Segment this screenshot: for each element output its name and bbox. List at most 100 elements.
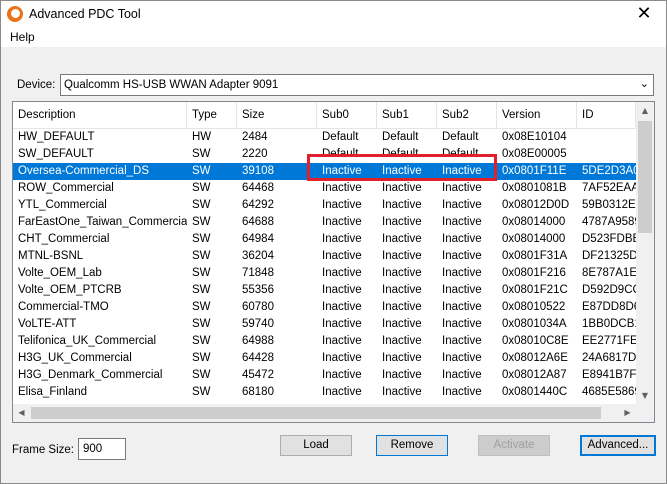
table-cell-size: 71848 — [242, 267, 274, 279]
table-row[interactable]: Commercial-TMO SW 60780 Inactive Inactive Ina… — [13, 299, 636, 316]
table-cell-sub1: Inactive — [382, 369, 422, 381]
table-cell-version: 0x08E00005 — [502, 148, 567, 160]
table-cell-sub0: Inactive — [322, 267, 362, 279]
load-button[interactable]: Load — [280, 435, 352, 456]
frame-size-label: Frame Size: — [12, 444, 74, 456]
table-cell-description: Volte_OEM_PTCRB — [18, 284, 122, 296]
table-cell-type: SW — [192, 386, 211, 398]
table-cell-id: E8941B7FC — [582, 369, 636, 381]
table-cell-sub1: Inactive — [382, 318, 422, 330]
advanced-button[interactable]: Advanced... — [580, 435, 656, 456]
table-cell-sub0: Inactive — [322, 250, 362, 262]
table-cell-sub1: Inactive — [382, 284, 422, 296]
table-cell-id: 5DE2D3A0... — [582, 165, 636, 177]
device-select-value: Qualcomm HS-USB WWAN Adapter 9091 — [64, 79, 279, 91]
column-header-version[interactable]: Version — [497, 102, 577, 128]
table-cell-sub2: Inactive — [442, 267, 482, 279]
chevron-down-icon[interactable]: ⌄ — [640, 77, 649, 90]
table-cell-id: E87DD8D6... — [582, 301, 636, 313]
vertical-scroll-thumb[interactable] — [638, 121, 652, 233]
scroll-right-icon[interactable]: ▶ — [619, 404, 636, 422]
scrollbar-corner — [636, 404, 654, 422]
table-cell-size: 36204 — [242, 250, 274, 262]
table-row[interactable]: H3G_UK_Commercial SW 64428 Inactive Inactive… — [13, 350, 636, 367]
table-cell-size: 64984 — [242, 233, 274, 245]
table-cell-type: SW — [192, 165, 211, 177]
table-cell-version: 0x08012A87 — [502, 369, 567, 381]
table-cell-version: 0x08010522 — [502, 301, 566, 313]
column-header-sub2[interactable]: Sub2 — [437, 102, 497, 128]
table-cell-sub0: Inactive — [322, 386, 362, 398]
vertical-scrollbar[interactable]: ▲ ▼ — [636, 102, 654, 404]
title-bar[interactable]: Advanced PDC Tool ✕ — [1, 1, 666, 27]
highlight-annotation-box — [307, 154, 497, 181]
table-cell-size: 64428 — [242, 352, 274, 364]
table-cell-size: 64292 — [242, 199, 274, 211]
table-cell-sub0: Default — [322, 131, 359, 143]
close-icon[interactable]: ✕ — [622, 1, 666, 27]
horizontal-scroll-thumb[interactable] — [31, 407, 601, 419]
table-cell-size: 39108 — [242, 165, 274, 177]
config-list[interactable]: Description Type Size Sub0 Sub1 Sub2 Ver… — [12, 101, 655, 423]
table-row[interactable]: YTL_Commercial SW 64292 Inactive Inactive Ina… — [13, 197, 636, 214]
table-cell-sub0: Inactive — [322, 182, 362, 194]
scroll-up-icon[interactable]: ▲ — [636, 102, 654, 119]
scroll-down-icon[interactable]: ▼ — [636, 387, 654, 404]
frame-size-input[interactable]: 900 — [78, 438, 126, 460]
table-cell-type: SW — [192, 318, 211, 330]
table-cell-description: Elisa_Finland — [18, 386, 88, 398]
table-row[interactable]: H3G_Denmark_Commercial SW 45472 Inactive Ina… — [13, 367, 636, 384]
table-cell-size: 55356 — [242, 284, 274, 296]
table-cell-description: HW_DEFAULT — [18, 131, 95, 143]
table-row[interactable]: HW_DEFAULT HW 2484 Default Default Default 0x0… — [13, 129, 636, 146]
table-cell-sub0: Inactive — [322, 199, 362, 211]
activate-button[interactable]: Activate — [478, 435, 550, 456]
table-cell-sub2: Inactive — [442, 352, 482, 364]
table-cell-sub1: Inactive — [382, 386, 422, 398]
table-row[interactable]: MTNL-BSNL SW 36204 Inactive Inactive Inactive… — [13, 248, 636, 265]
table-cell-description: VoLTE-ATT — [18, 318, 77, 330]
horizontal-scrollbar[interactable]: ◀ ▶ — [13, 404, 636, 422]
column-header-size[interactable]: Size — [237, 102, 317, 128]
table-cell-type: SW — [192, 199, 211, 211]
column-header-sub1[interactable]: Sub1 — [377, 102, 437, 128]
table-cell-sub2: Inactive — [442, 301, 482, 313]
table-cell-id: 24A6817D2 — [582, 352, 636, 364]
table-row[interactable]: Elisa_Finland SW 68180 Inactive Inactive Inac… — [13, 384, 636, 401]
table-cell-type: SW — [192, 369, 211, 381]
table-cell-size: 2220 — [242, 148, 268, 160]
table-cell-sub0: Inactive — [322, 216, 362, 228]
column-header-type[interactable]: Type — [187, 102, 237, 128]
table-cell-id: 1BB0DCB1B — [582, 318, 636, 330]
table-cell-sub0: Inactive — [322, 233, 362, 245]
table-cell-sub2: Inactive — [442, 318, 482, 330]
device-select[interactable]: Qualcomm HS-USB WWAN Adapter 9091 ⌄ — [60, 74, 654, 96]
table-cell-version: 0x08014000 — [502, 233, 566, 245]
table-row[interactable]: VoLTE-ATT SW 59740 Inactive Inactive Inactive… — [13, 316, 636, 333]
table-cell-type: SW — [192, 250, 211, 262]
table-row[interactable]: FarEastOne_Taiwan_Commercial SW 64688 Inact… — [13, 214, 636, 231]
scroll-left-icon[interactable]: ◀ — [13, 404, 30, 422]
table-row[interactable]: ROW_Commercial SW 64468 Inactive Inactive Ina… — [13, 180, 636, 197]
table-cell-id: 59B0312EE — [582, 199, 636, 211]
table-cell-sub1: Default — [382, 131, 419, 143]
table-cell-size: 2484 — [242, 131, 268, 143]
remove-button[interactable]: Remove — [376, 435, 448, 456]
table-cell-sub2: Inactive — [442, 335, 482, 347]
table-row[interactable]: Telifonica_UK_Commercial SW 64988 Inactive I… — [13, 333, 636, 350]
table-row[interactable]: CHT_Commercial SW 64984 Inactive Inactive Ina… — [13, 231, 636, 248]
column-header-id[interactable]: ID — [577, 102, 636, 128]
table-cell-id: 8E787A1EB — [582, 267, 636, 279]
table-cell-sub1: Inactive — [382, 199, 422, 211]
menu-help[interactable]: Help — [10, 30, 35, 44]
column-header-description[interactable]: Description — [13, 102, 187, 128]
table-cell-type: SW — [192, 233, 211, 245]
table-cell-sub1: Inactive — [382, 267, 422, 279]
column-header-sub0[interactable]: Sub0 — [317, 102, 377, 128]
table-cell-type: HW — [192, 131, 212, 143]
table-cell-description: ROW_Commercial — [18, 182, 114, 194]
table-cell-description: MTNL-BSNL — [18, 250, 84, 262]
table-row[interactable]: Volte_OEM_PTCRB SW 55356 Inactive Inactive In… — [13, 282, 636, 299]
window-title: Advanced PDC Tool — [29, 7, 141, 21]
table-row[interactable]: Volte_OEM_Lab SW 71848 Inactive Inactive Inac… — [13, 265, 636, 282]
